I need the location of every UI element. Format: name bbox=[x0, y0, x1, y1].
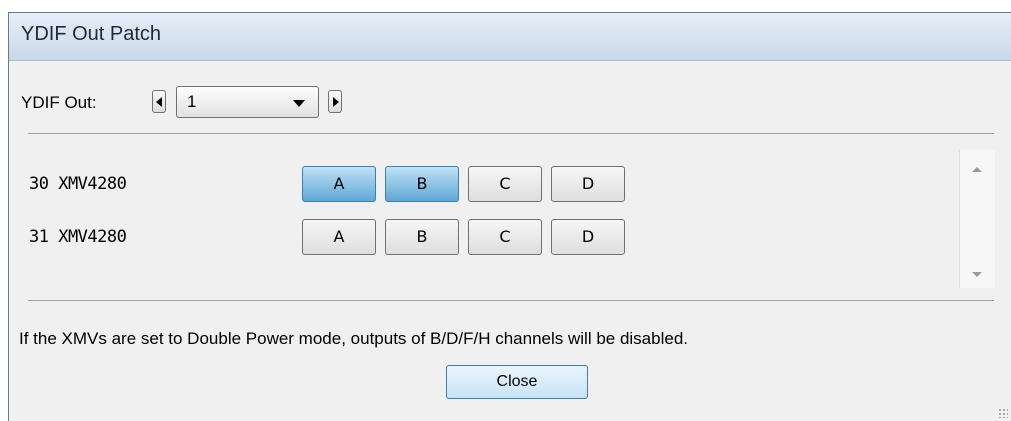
resize-grip-icon[interactable] bbox=[998, 408, 1008, 418]
scroll-down-icon[interactable] bbox=[972, 272, 982, 277]
next-output-button[interactable] bbox=[328, 90, 342, 113]
scroll-up-icon[interactable] bbox=[972, 167, 982, 172]
bottom-divider bbox=[28, 300, 994, 301]
row-label-30: 30 XMV4280 bbox=[29, 174, 127, 194]
arrow-left-icon bbox=[156, 97, 162, 107]
chevron-down-icon bbox=[293, 100, 305, 107]
row-label-31: 31 XMV4280 bbox=[29, 227, 127, 247]
vertical-scrollbar[interactable] bbox=[959, 150, 995, 288]
window-title: YDIF Out Patch bbox=[21, 23, 162, 45]
ydif-out-patch-dialog: YDIF Out Patch YDIF Out: 1 30 XMV4280 A … bbox=[8, 12, 1011, 421]
ydif-out-select[interactable]: 1 bbox=[176, 86, 319, 118]
row31-channel-c-button[interactable]: C bbox=[468, 219, 542, 255]
prev-output-button[interactable] bbox=[152, 90, 166, 113]
arrow-right-icon bbox=[333, 97, 339, 107]
title-bar[interactable]: YDIF Out Patch bbox=[9, 13, 1011, 61]
double-power-note: If the XMVs are set to Double Power mode… bbox=[19, 329, 689, 348]
close-button[interactable]: Close bbox=[446, 365, 588, 399]
top-divider bbox=[28, 133, 994, 134]
row31-channel-b-button[interactable]: B bbox=[385, 219, 459, 255]
row30-channel-a-button[interactable]: A bbox=[302, 166, 376, 202]
row30-channel-c-button[interactable]: C bbox=[468, 166, 542, 202]
row31-channel-d-button[interactable]: D bbox=[551, 219, 625, 255]
row30-channel-b-button[interactable]: B bbox=[385, 166, 459, 202]
ydif-out-value: 1 bbox=[187, 92, 197, 111]
row30-channel-d-button[interactable]: D bbox=[551, 166, 625, 202]
ydif-out-label: YDIF Out: bbox=[21, 93, 97, 112]
row31-channel-a-button[interactable]: A bbox=[302, 219, 376, 255]
